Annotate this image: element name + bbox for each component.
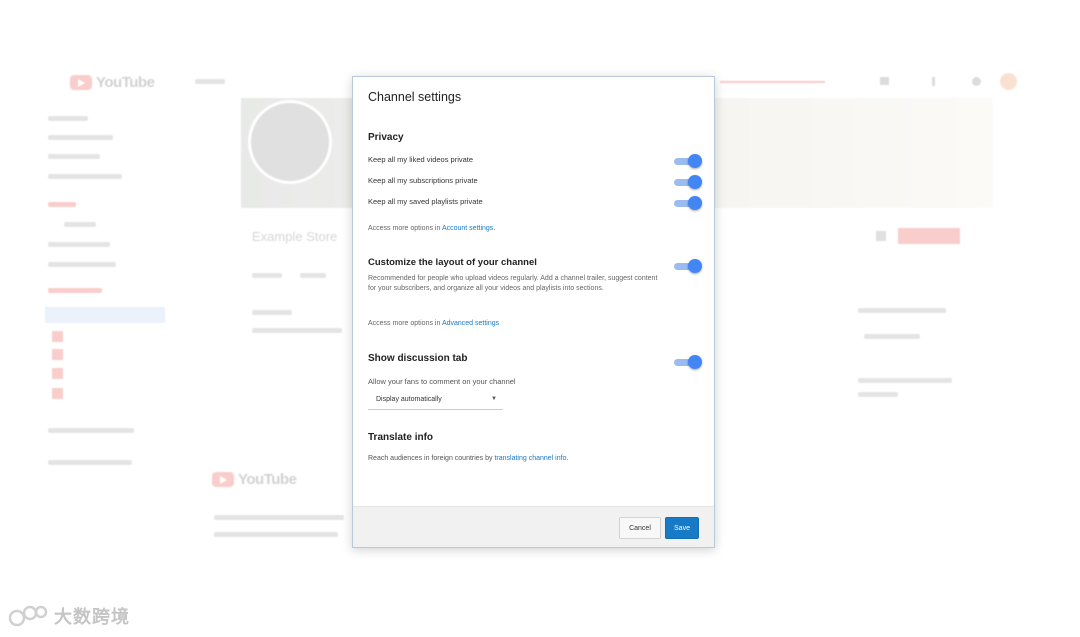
dialog-title: Channel settings (368, 90, 462, 104)
subscriptions-toggle[interactable] (674, 175, 702, 189)
settings-gear-icon (876, 231, 886, 241)
translating-channel-info-link[interactable]: translating channel info (494, 455, 566, 462)
sidebar-item-channel (48, 135, 113, 140)
footer-links (214, 532, 338, 537)
watermark-logo-icon (8, 605, 48, 627)
sidebar-item-trending (48, 154, 100, 159)
toggle-knob (688, 196, 702, 210)
footer-links (214, 515, 344, 520)
channel-name: Example Store (252, 229, 338, 244)
customize-layout-toggle[interactable] (674, 259, 702, 273)
translate-prefix: Reach audiences in foreign countries by (368, 455, 495, 462)
sidebar-item (64, 222, 96, 227)
customize-layout-heading: Customize the layout of your channel (368, 257, 537, 268)
channel-tab (252, 273, 282, 278)
discussion-comments-label: Allow your fans to comment on your chann… (368, 377, 516, 386)
discussion-display-select[interactable]: Display automatically ▼ (368, 391, 503, 410)
featured-channels-item (864, 334, 920, 339)
sidebar-section-heading (48, 288, 102, 293)
subscribe-button (898, 228, 960, 244)
select-value: Display automatically (376, 396, 442, 403)
discussion-tab-toggle[interactable] (674, 355, 702, 369)
toggle-knob (688, 355, 702, 369)
save-button[interactable]: Save (665, 517, 699, 539)
liked-videos-toggle[interactable] (674, 154, 702, 168)
header-link: ▬▬▬▬▬▬▬▬▬▬▬▬▬▬▬ (720, 78, 825, 85)
channel-tab (300, 273, 326, 278)
youtube-play-icon (70, 75, 92, 90)
content-line (252, 328, 342, 333)
saved-playlists-toggle[interactable] (674, 196, 702, 210)
cancel-button[interactable]: Cancel (619, 517, 661, 539)
translate-suffix: . (566, 455, 569, 462)
discussion-tab-heading: Show discussion tab (368, 353, 468, 364)
apps-icon (932, 77, 935, 86)
sidebar-item-active (45, 307, 165, 323)
sidebar-item-home (48, 116, 88, 121)
layout-more-options: Access more options in Advanced settings (368, 320, 499, 327)
notifications-icon (972, 77, 981, 86)
subscriptions-label: Keep all my subscriptions private (368, 176, 478, 185)
toggle-knob (688, 175, 702, 189)
privacy-more-prefix: Access more options in (368, 225, 442, 232)
advanced-settings-link[interactable]: Advanced settings (442, 320, 499, 327)
search-placeholder-line (195, 79, 225, 84)
translate-info-text: Reach audiences in foreign countries by … (368, 455, 568, 462)
channel-avatar (248, 100, 332, 184)
account-settings-link[interactable]: Account settings (442, 225, 493, 232)
sidebar-subscription-icon (52, 331, 63, 342)
privacy-more-options: Access more options in Account settings. (368, 225, 495, 232)
sidebar-item (48, 460, 132, 465)
toggle-knob (688, 259, 702, 273)
youtube-logo: YouTube (70, 74, 155, 91)
related-channels-line (858, 392, 898, 397)
chevron-down-icon: ▼ (491, 396, 497, 402)
youtube-logo-text: YouTube (96, 74, 155, 91)
featured-channels-heading (858, 308, 946, 313)
watermark-text: 大数跨境 (54, 607, 130, 627)
youtube-play-icon (212, 472, 234, 487)
dialog-footer: Cancel Save (353, 506, 714, 547)
saved-playlists-label: Keep all my saved playlists private (368, 197, 483, 206)
liked-videos-label: Keep all my liked videos private (368, 155, 474, 164)
privacy-more-suffix: . (493, 225, 496, 232)
translate-info-heading: Translate info (368, 432, 434, 443)
sidebar-subscription-icon (52, 368, 63, 379)
sidebar-item-subscriptions (48, 174, 122, 179)
sidebar-section-heading (48, 202, 76, 207)
sidebar-subscription-icon (52, 349, 63, 360)
related-channels-line (858, 378, 952, 383)
toggle-knob (688, 154, 702, 168)
sidebar-item (48, 428, 134, 433)
privacy-heading: Privacy (368, 132, 404, 143)
upload-icon (880, 77, 889, 85)
sidebar-item (48, 262, 116, 267)
user-avatar (1000, 73, 1017, 90)
footer-youtube-logo: YouTube (212, 471, 297, 488)
sidebar-subscription-icon (52, 388, 63, 399)
layout-more-prefix: Access more options in (368, 320, 442, 327)
content-line (252, 310, 292, 315)
channel-settings-dialog: Channel settings Privacy Keep all my lik… (352, 76, 715, 548)
watermark: 大数跨境 (8, 603, 130, 629)
footer-logo-text: YouTube (238, 471, 297, 488)
customize-layout-description: Recommended for people who upload videos… (368, 275, 658, 292)
sidebar-item (48, 242, 110, 247)
